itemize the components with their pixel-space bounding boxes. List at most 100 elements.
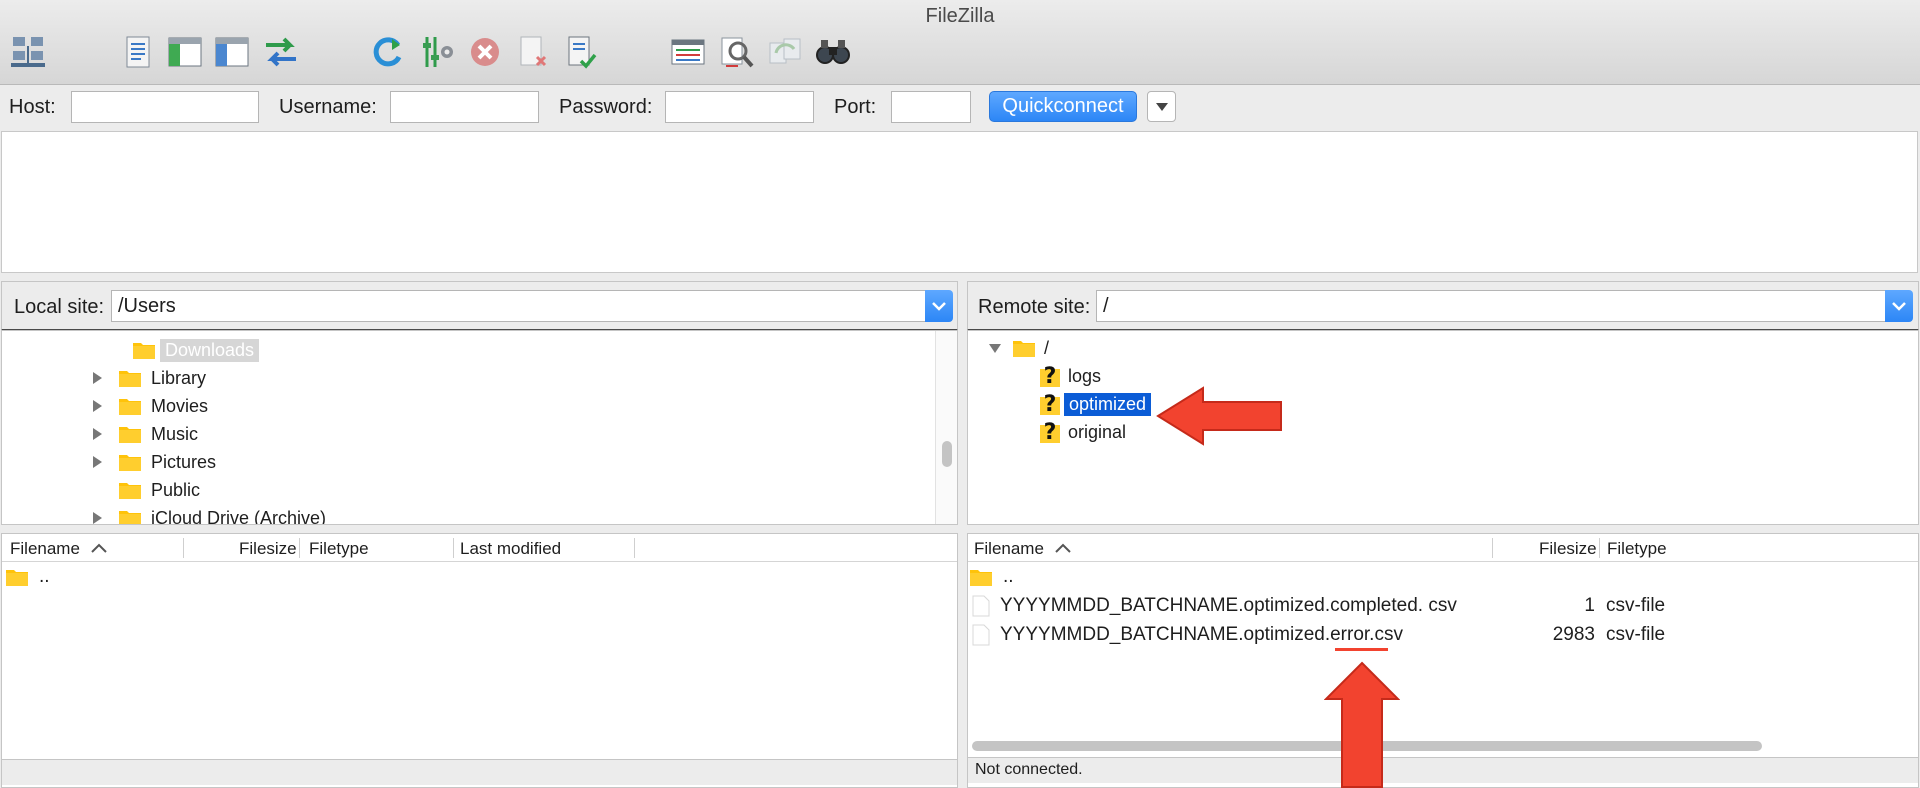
folder-icon [119, 455, 141, 471]
tree-item[interactable]: ? original [1038, 419, 1126, 445]
tree-item[interactable]: Music [90, 421, 198, 447]
folder-icon [1013, 341, 1035, 357]
remote-site-bar: Remote site: / [967, 281, 1919, 331]
port-label: Port: [834, 96, 877, 118]
host-input[interactable] [71, 91, 259, 123]
column-last-modified[interactable]: Last modified [460, 539, 561, 559]
directory-listing-filters-icon[interactable] [668, 32, 708, 72]
folder-icon [119, 511, 141, 524]
tree-item[interactable]: Library [90, 365, 206, 391]
local-site-bar: Local site: /Users [1, 281, 958, 331]
disclosure-triangle-icon[interactable] [90, 427, 104, 441]
local-column-header: Filename Filesize Filetype Last modified [2, 534, 957, 562]
file-name: .. [1003, 566, 1014, 587]
toggle-directory-comparison-icon[interactable] [717, 32, 757, 72]
reconnect-icon[interactable] [560, 32, 600, 72]
scrollbar-thumb[interactable] [942, 441, 952, 467]
svg-text:?: ? [1044, 364, 1057, 389]
local-tree-scrollbar[interactable] [935, 331, 957, 524]
folder-icon [119, 399, 141, 415]
password-input[interactable] [665, 91, 814, 123]
local-status-bar [2, 759, 957, 785]
tree-item-label: / [1044, 337, 1050, 358]
disclosure-triangle-icon[interactable] [90, 371, 104, 385]
toggle-remote-tree-icon[interactable] [212, 32, 252, 72]
toggle-local-tree-icon[interactable] [165, 32, 205, 72]
tree-item[interactable]: iCloud Drive (Archive) [90, 505, 327, 525]
tree-item-label: original [1068, 421, 1127, 442]
tree-item-label: iCloud Drive (Archive) [151, 507, 327, 525]
local-file-list[interactable]: Filename Filesize Filetype Last modified… [1, 533, 958, 788]
refresh-icon[interactable] [367, 32, 407, 72]
question-folder-icon: ? [1040, 364, 1060, 389]
quickconnect-button[interactable]: Quickconnect [989, 91, 1137, 122]
remote-file-list-scrollbar[interactable] [972, 739, 1912, 753]
table-row[interactable]: .. [969, 563, 1014, 591]
file-name: .. [39, 566, 50, 587]
quickconnect-history-dropdown[interactable] [1147, 91, 1176, 122]
table-row[interactable]: .. [5, 563, 50, 591]
synchronized-browsing-icon[interactable] [765, 32, 805, 72]
disclosure-triangle-icon[interactable] [90, 455, 104, 469]
folder-icon [119, 483, 141, 499]
remote-path-input[interactable]: / [1096, 290, 1886, 322]
file-name: YYYYMMDD_BATCHNAME.optimized.error.csv [1000, 624, 1403, 645]
title-bar: FileZilla [0, 0, 1920, 85]
remote-path-dropdown[interactable] [1885, 290, 1913, 322]
tree-item-label: Public [151, 479, 201, 500]
local-directory-tree[interactable]: Downloads Library Movies Music Pictures … [1, 330, 958, 525]
svg-text:?: ? [1044, 420, 1057, 445]
table-row[interactable]: YYYYMMDD_BATCHNAME.optimized.completed. … [972, 592, 1912, 620]
message-log[interactable] [1, 131, 1918, 273]
disclosure-triangle-icon[interactable] [90, 511, 104, 525]
tree-item[interactable]: Public [90, 477, 200, 503]
svg-text:?: ? [1044, 392, 1057, 417]
tree-item[interactable]: ? logs [1038, 363, 1101, 389]
column-filetype[interactable]: Filetype [309, 539, 369, 559]
sort-ascending-icon [1055, 543, 1071, 553]
host-label: Host: [9, 96, 56, 118]
tree-item-label: Library [151, 367, 207, 388]
file-type: csv-file [1606, 595, 1666, 616]
site-manager-icon[interactable] [8, 32, 48, 72]
local-path-input[interactable]: /Users [111, 290, 927, 322]
column-filesize[interactable]: Filesize [1539, 539, 1597, 559]
sort-ascending-icon [91, 543, 107, 553]
tree-item[interactable]: Pictures [90, 449, 216, 475]
tree-item-label: Downloads [160, 338, 260, 362]
username-input[interactable] [390, 91, 539, 123]
table-row[interactable]: YYYYMMDD_BATCHNAME.optimized.error.csv 2… [972, 621, 1912, 649]
remote-directory-tree[interactable]: / ? logs ? optimized ? original [967, 330, 1919, 525]
search-remote-files-icon[interactable] [813, 32, 853, 72]
scrollbar-thumb[interactable] [972, 741, 1762, 751]
process-queue-icon[interactable] [418, 32, 458, 72]
file-icon [972, 624, 990, 646]
local-site-label: Local site: [14, 296, 105, 318]
disconnect-icon[interactable] [512, 32, 552, 72]
window-title: FileZilla [925, 5, 995, 27]
disclosure-triangle-expanded-icon[interactable] [988, 341, 1002, 355]
question-folder-icon: ? [1040, 420, 1060, 445]
tree-item[interactable]: Downloads [90, 337, 260, 363]
column-filename[interactable]: Filename [10, 539, 80, 559]
tree-item[interactable]: ? optimized [1038, 391, 1152, 417]
cancel-operation-icon[interactable] [465, 32, 505, 72]
tree-item-root[interactable]: / [988, 335, 1049, 361]
quickconnect-bar: Host: Username: Password: Port: Quickcon… [0, 86, 1920, 130]
remote-file-list[interactable]: Filename Filesize Filetype .. YYYYMMDD_B… [967, 533, 1919, 788]
tree-item-label: Pictures [151, 451, 217, 472]
tree-item[interactable]: Movies [90, 393, 208, 419]
tree-item-label: optimized [1064, 392, 1152, 416]
toggle-message-log-icon[interactable] [118, 32, 158, 72]
port-input[interactable] [891, 91, 971, 123]
disclosure-triangle-icon[interactable] [90, 399, 104, 413]
local-path-dropdown[interactable] [925, 290, 953, 322]
column-filetype[interactable]: Filetype [1607, 539, 1667, 559]
transfer-queue-icon[interactable] [261, 32, 301, 72]
file-icon [972, 595, 990, 617]
password-label: Password: [559, 96, 653, 118]
column-filename[interactable]: Filename [974, 539, 1044, 559]
remote-column-header: Filename Filesize Filetype [968, 534, 1918, 562]
annotation-underline [1335, 648, 1388, 651]
column-filesize[interactable]: Filesize [239, 539, 297, 559]
